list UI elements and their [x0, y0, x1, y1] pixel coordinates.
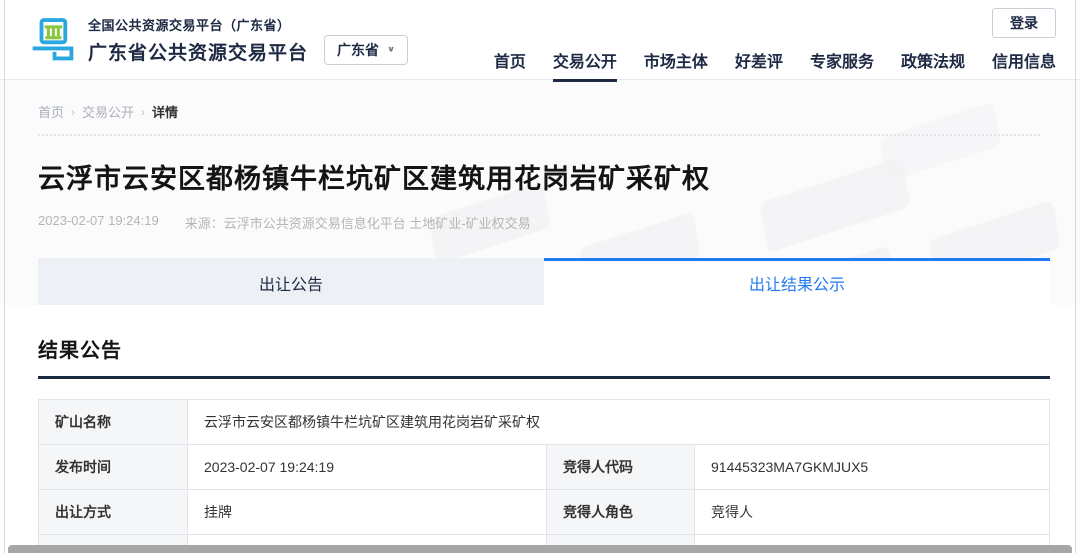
platform-subtitle: 全国公共资源交易平台（广东省）	[88, 15, 308, 34]
breadcrumb-current: 详情	[152, 102, 178, 121]
window-right-edge	[1075, 0, 1076, 553]
breadcrumb-home[interactable]: 首页	[38, 102, 64, 121]
nav-item-credit-info[interactable]: 信用信息	[992, 48, 1056, 82]
detail-tabs: 出让公告 出让结果公示	[0, 258, 1080, 305]
publish-time: 2023-02-07 19:24:19	[38, 213, 159, 232]
site-header: 全国公共资源交易平台（广东省） 广东省公共资源交易平台 广东省 ∨ 登录 首页 …	[0, 0, 1080, 80]
window-bottom-edge	[8, 545, 1072, 553]
cell-label: 竞得人角色	[547, 490, 695, 535]
cell-label: 矿山名称	[39, 400, 188, 445]
platform-logo-icon	[30, 15, 76, 65]
tab-transfer-announcement[interactable]: 出让公告	[38, 258, 544, 305]
chevron-down-icon: ∨	[387, 45, 395, 54]
cell-value: 竞得人	[695, 490, 1050, 535]
breadcrumb-trade-public[interactable]: 交易公开	[82, 102, 134, 121]
page-title: 云浮市云安区都杨镇牛栏坑矿区建筑用花岗岩矿采矿权	[38, 157, 1050, 196]
window-left-edge	[4, 0, 5, 553]
cell-label: 发布时间	[39, 445, 188, 490]
cell-label: 竞得人代码	[547, 445, 695, 490]
nav-item-home[interactable]: 首页	[494, 48, 526, 82]
result-content: 结果公告 矿山名称 云浮市云安区都杨镇牛栏坑矿区建筑用花岗岩矿采矿权 发布时间 …	[0, 305, 1080, 553]
section-title: 结果公告	[38, 305, 1050, 363]
article-hero: 首页 › 交易公开 › 详情 云浮市云安区都杨镇牛栏坑矿区建筑用花岗岩矿采矿权 …	[0, 80, 1080, 258]
brand: 全国公共资源交易平台（广东省） 广东省公共资源交易平台 广东省 ∨	[30, 15, 408, 65]
nav-item-expert-service[interactable]: 专家服务	[810, 48, 874, 82]
table-row-mine-name: 矿山名称 云浮市云安区都杨镇牛栏坑矿区建筑用花岗岩矿采矿权	[39, 400, 1050, 445]
region-select-value: 广东省	[337, 40, 379, 60]
nav-item-market-entities[interactable]: 市场主体	[644, 48, 708, 82]
nav-item-rating[interactable]: 好差评	[735, 48, 783, 82]
breadcrumb-separator: ›	[141, 105, 145, 119]
nav-item-trade-public[interactable]: 交易公开	[553, 48, 617, 82]
breadcrumb-separator: ›	[71, 105, 75, 119]
cell-label: 出让方式	[39, 490, 188, 535]
region-select-dropdown[interactable]: 广东省 ∨	[324, 35, 408, 65]
cell-value: 挂牌	[188, 490, 547, 535]
login-button[interactable]: 登录	[992, 8, 1056, 38]
cell-value: 91445323MA7GKMJUX5	[695, 445, 1050, 490]
dotted-divider	[38, 134, 1040, 136]
result-table: 矿山名称 云浮市云安区都杨镇牛栏坑矿区建筑用花岗岩矿采矿权 发布时间 2023-…	[38, 399, 1050, 553]
tab-transfer-result[interactable]: 出让结果公示	[544, 258, 1050, 305]
cell-value: 2023-02-07 19:24:19	[188, 445, 547, 490]
cell-value: 云浮市云安区都杨镇牛栏坑矿区建筑用花岗岩矿采矿权	[188, 400, 1050, 445]
brand-text: 全国公共资源交易平台（广东省） 广东省公共资源交易平台	[88, 15, 308, 65]
header-right: 登录 首页 交易公开 市场主体 好差评 专家服务 政策法规 信用信息	[494, 0, 1056, 82]
table-row-transfer-method: 出让方式 挂牌 竞得人角色 竞得人	[39, 490, 1050, 535]
article-source: 来源：云浮市公共资源交易信息化平台 土地矿业-矿业权交易	[185, 213, 531, 232]
platform-title: 广东省公共资源交易平台	[88, 38, 308, 65]
breadcrumb: 首页 › 交易公开 › 详情	[38, 80, 1050, 121]
main-nav: 首页 交易公开 市场主体 好差评 专家服务 政策法规 信用信息	[494, 48, 1056, 82]
nav-item-policies[interactable]: 政策法规	[901, 48, 965, 82]
article-meta: 2023-02-07 19:24:19 来源：云浮市公共资源交易信息化平台 土地…	[38, 213, 1050, 232]
table-row-publish-time: 发布时间 2023-02-07 19:24:19 竞得人代码 91445323M…	[39, 445, 1050, 490]
section-title-rule	[38, 376, 1050, 379]
